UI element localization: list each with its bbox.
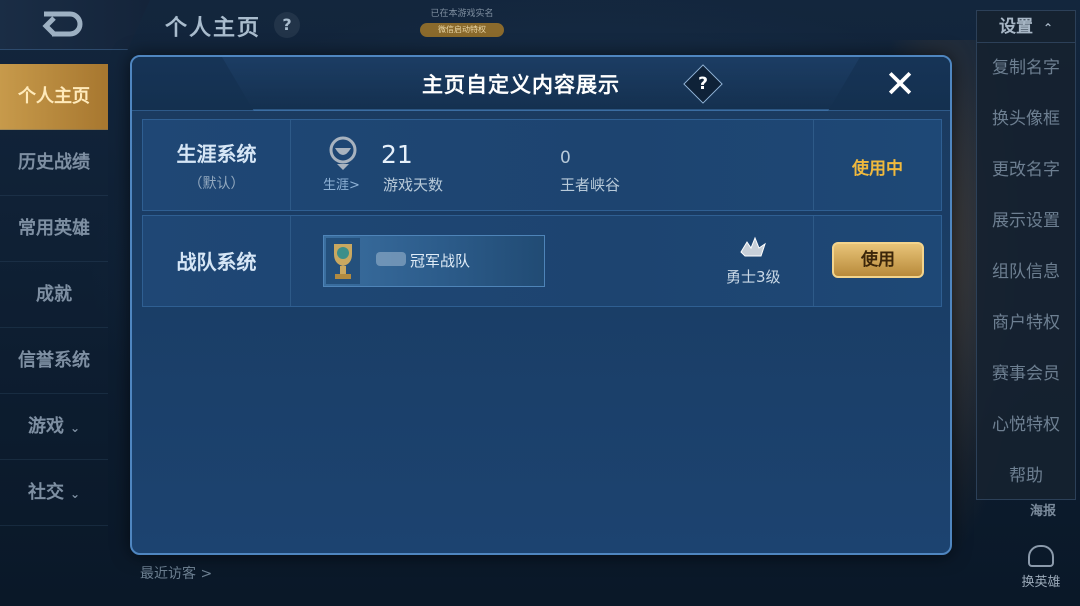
rank-label: 勇士3级 [726,268,781,286]
help-button[interactable]: ? [689,70,717,98]
career-emblem-icon [329,136,357,170]
dialog-header: 主页自定义内容展示 ? ✕ [132,57,950,111]
realname-badge[interactable]: 已在本游戏实名 微信启动特权 [420,8,504,44]
career-system-row: 生涯系统 （默认） 生涯> 21 游戏天数 0 王者峡谷 使用中 [142,119,942,211]
career-link[interactable]: 生涯> [323,174,360,193]
menu-item-team-info[interactable]: 组队信息 [977,247,1075,298]
chevron-up-icon: ⌃ [1042,21,1054,35]
nav-item-label: 社交 [27,482,64,503]
days-played-value: 21 [381,140,413,169]
warrior-rank-icon [740,236,766,257]
realname-text: 已在本游戏实名 [430,9,494,19]
menu-item-merchant[interactable]: 商户特权 [977,298,1075,349]
chevron-down-icon: ⌄ [69,421,81,435]
team-card[interactable]: 冠军战队 [323,235,545,287]
nav-item-label: 常用英雄 [18,218,90,239]
nav-item-label: 信誉系统 [18,350,90,371]
realname-pill: 微信启动特权 [420,23,504,37]
back-arrow-icon [42,11,83,37]
left-nav: 个人主页 历史战绩 常用英雄 成就 信誉系统 游戏 ⌄ 社交 ⌄ [0,64,108,526]
back-button[interactable] [0,0,150,50]
trophy-icon [326,238,360,284]
canyon-label: 王者峡谷 [560,176,621,194]
settings-menu: 设置 ⌃ 复制名字 换头像框 更改名字 展示设置 组队信息 商户特权 赛事会员 心… [976,10,1076,500]
nav-item-common-heroes[interactable]: 常用英雄 [0,196,108,262]
menu-item-display-settings[interactable]: 展示设置 [977,196,1075,247]
top-bar: 个人主页 ? 已在本游戏实名 微信启动特权 [0,0,1080,52]
recent-visitors-link[interactable]: 最近访客 > [140,563,212,583]
nav-item-achievements[interactable]: 成就 [0,262,108,328]
redacted-team-prefix [376,252,406,266]
question-icon[interactable]: ? [274,12,300,38]
switch-hero-button[interactable]: 换英雄 [1016,545,1066,590]
row-label: 战队系统 [143,216,291,306]
career-default-label: （默认） [188,176,245,192]
settings-label: 设置 [998,17,1033,37]
row-action: 使用 [813,216,941,306]
switch-hero-label: 换英雄 [1021,575,1061,590]
nav-item-label: 历史战绩 [18,152,90,173]
chevron-down-icon: ⌄ [69,487,81,501]
canyon-value: 0 [560,148,571,168]
nav-item-credit[interactable]: 信誉系统 [0,328,108,394]
nav-item-social[interactable]: 社交 ⌄ [0,460,108,526]
nav-item-history[interactable]: 历史战绩 [0,130,108,196]
days-played-label: 游戏天数 [383,176,444,194]
helmet-icon [1028,545,1054,567]
nav-item-label: 成就 [36,284,72,305]
nav-item-label: 游戏 [27,416,64,437]
poster-button[interactable]: 海报 [1030,500,1056,519]
row-action: 使用中 [813,120,941,210]
use-button[interactable]: 使用 [832,242,924,278]
menu-item-event-member[interactable]: 赛事会员 [977,349,1075,400]
nav-item-game[interactable]: 游戏 ⌄ [0,394,108,460]
menu-item-copy-name[interactable]: 复制名字 [977,43,1075,94]
team-name: 冠军战队 [410,252,471,270]
settings-button[interactable]: 设置 ⌃ [977,11,1075,43]
career-label: 生涯系统 [176,142,257,166]
row-label: 生涯系统 （默认） [143,120,291,210]
menu-item-rename[interactable]: 更改名字 [977,145,1075,196]
customize-display-dialog: 主页自定义内容展示 ? ✕ 生涯系统 （默认） 生涯> 21 游戏天数 0 王者… [130,55,952,555]
close-button[interactable]: ✕ [880,65,920,105]
team-label: 战队系统 [176,250,257,274]
menu-item-help[interactable]: 帮助 [977,451,1075,502]
nav-item-profile[interactable]: 个人主页 [0,64,108,130]
team-system-row: 战队系统 冠军战队 勇士3级 使用 [142,215,942,307]
nav-item-label: 个人主页 [18,86,90,107]
menu-item-avatar-frame[interactable]: 换头像框 [977,94,1075,145]
in-use-status: 使用中 [852,159,903,179]
menu-item-xinyue[interactable]: 心悦特权 [977,400,1075,451]
page-title: 个人主页 [165,16,262,41]
dialog-title: 主页自定义内容展示 [422,73,620,97]
